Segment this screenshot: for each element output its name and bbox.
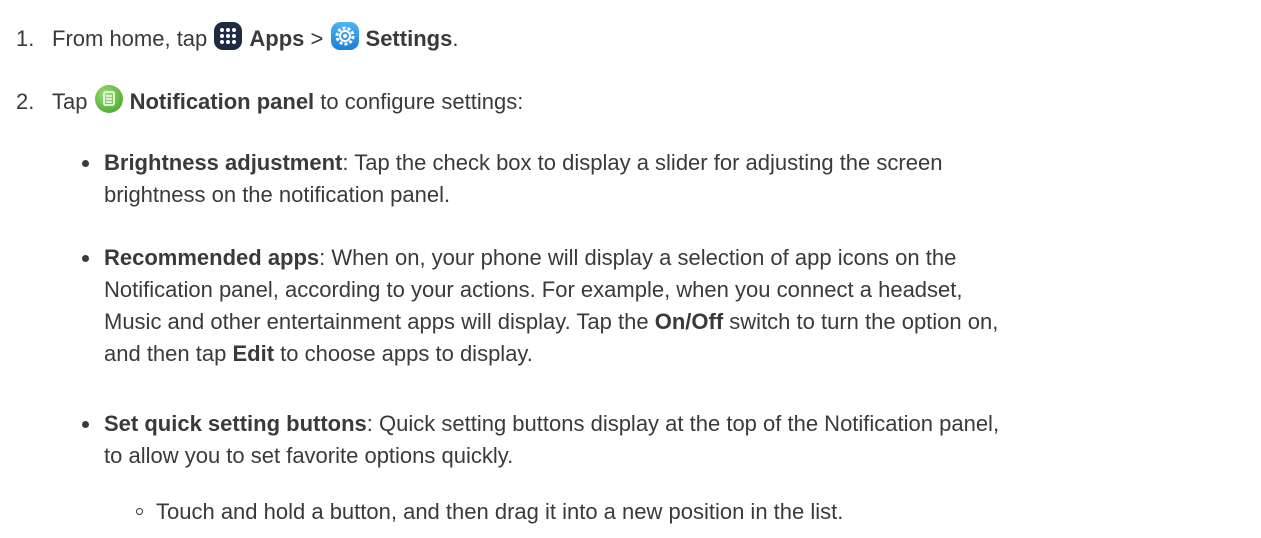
edit-label: Edit: [232, 341, 275, 366]
settings-label: Settings: [365, 26, 453, 51]
menu-separator: >: [310, 26, 324, 51]
bullet-2-line-2: Notification panel, according to your ac…: [104, 277, 963, 302]
bullet-2-line-1: : When on, your phone will display a sel…: [319, 245, 957, 270]
bullet-1-line-2: brightness on the notification panel.: [104, 182, 451, 207]
bullet-2-line-4a: and then tap: [104, 341, 227, 366]
step-1-prefix: From home, tap: [52, 26, 208, 51]
term-brightness-adjustment: Brightness adjustment: [104, 150, 343, 175]
settings-gear-icon: [330, 21, 360, 51]
step-2: 2. Tap Notification panel to configure se…: [16, 84, 523, 118]
bullet-dot: [82, 255, 89, 262]
sub-bullet-circle: [136, 508, 143, 515]
term-recommended-apps: Recommended apps: [104, 245, 320, 270]
bullet-1-line-1: : Tap the check box to display a slider …: [342, 150, 943, 175]
step-2-prefix: Tap: [52, 89, 88, 114]
on-off-label: On/Off: [654, 309, 724, 334]
bullet-3-line-2: to allow you to set favorite options qui…: [104, 443, 514, 468]
list-item: Brightness adjustment: Tap the check box…: [82, 147, 1222, 211]
sub-bullet-text: Touch and hold a button, and then drag i…: [156, 499, 844, 524]
bullet-dot: [82, 421, 89, 428]
bullet-text: Brightness adjustment: Tap the check box…: [104, 147, 1222, 211]
apps-grid-icon: [213, 21, 243, 51]
step-2-suffix: to configure settings:: [320, 89, 524, 114]
step-1-suffix: .: [452, 26, 459, 51]
notification-panel-icon: [94, 84, 124, 114]
list-item: Recommended apps: When on, your phone wi…: [82, 242, 1222, 370]
apps-label: Apps: [249, 26, 305, 51]
notification-panel-label: Notification panel: [129, 89, 315, 114]
term-set-quick-setting-buttons: Set quick setting buttons: [104, 411, 367, 436]
step-number: 2.: [16, 89, 35, 114]
bullet-2-line-3b: switch to turn the option on,: [729, 309, 999, 334]
bullet-text: Set quick setting buttons: Quick setting…: [104, 408, 1222, 472]
bullet-dot: [82, 160, 89, 167]
bullet-2-line-3a: Music and other entertainment apps will …: [104, 309, 649, 334]
bullet-3-line-1: : Quick setting buttons display at the t…: [366, 411, 1000, 436]
bullet-2-line-4b: to choose apps to display.: [280, 341, 533, 366]
step-1: 1. From home, tap Apps > Settings.: [16, 21, 458, 55]
bullet-text: Recommended apps: When on, your phone wi…: [104, 242, 1222, 370]
step-number: 1.: [16, 26, 35, 51]
list-item: Set quick setting buttons: Quick setting…: [82, 408, 1222, 472]
sub-list-item: Touch and hold a button, and then drag i…: [136, 496, 1236, 528]
